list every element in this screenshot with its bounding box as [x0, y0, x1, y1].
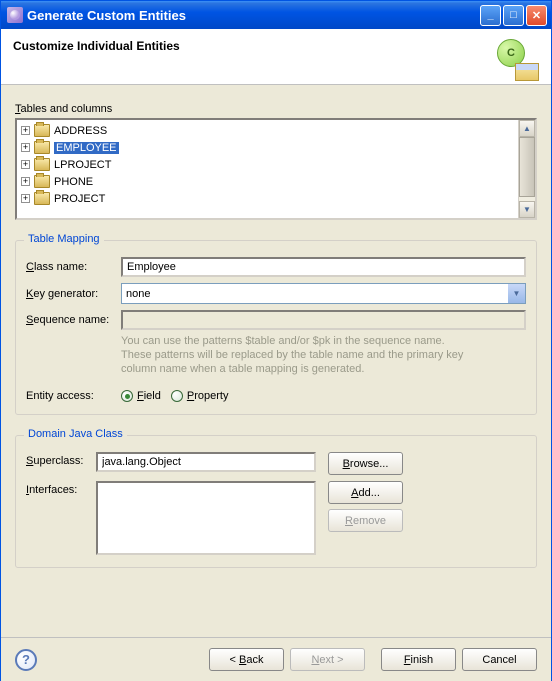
tables-columns-label: Tables and columns	[15, 103, 537, 115]
tree-item-label: PROJECT	[54, 193, 105, 205]
radio-field-label: Field	[137, 390, 161, 402]
expand-icon[interactable]: +	[21, 194, 30, 203]
wizard-header: Customize Individual Entities C	[1, 29, 551, 85]
wizard-footer: ? < Back Next > Finish Cancel	[1, 637, 551, 681]
tree-item-label: EMPLOYEE	[54, 142, 119, 154]
sequence-hint: You can use the patterns $table and/or $…	[121, 334, 526, 376]
tables-tree[interactable]: + ADDRESS + EMPLOYEE + LPROJECT + PHONE + PROJECT…	[15, 118, 537, 220]
tree-item-lproject[interactable]: + LPROJECT	[17, 156, 518, 173]
table-icon	[34, 158, 50, 171]
tree-item-label: PHONE	[54, 176, 93, 188]
titlebar: Generate Custom Entities _ □ ✕	[1, 1, 551, 29]
remove-button: Remove	[328, 509, 403, 532]
entity-access-label: Entity access:	[26, 390, 121, 402]
tree-scrollbar[interactable]: ▲ ▼	[518, 120, 535, 218]
table-icon	[34, 175, 50, 188]
superclass-input[interactable]	[96, 452, 316, 472]
tree-item-label: ADDRESS	[54, 125, 107, 137]
content-area: Tables and columns + ADDRESS + EMPLOYEE + LPR…	[1, 85, 551, 578]
scroll-thumb[interactable]	[519, 137, 535, 197]
minimize-button[interactable]: _	[480, 5, 501, 26]
scroll-up-button[interactable]: ▲	[519, 120, 535, 137]
help-icon[interactable]: ?	[15, 649, 37, 671]
expand-icon[interactable]: +	[21, 160, 30, 169]
interfaces-list[interactable]	[96, 481, 316, 555]
interfaces-label: Interfaces:	[26, 481, 96, 496]
table-icon	[34, 124, 50, 137]
tree-item-project[interactable]: + PROJECT	[17, 190, 518, 207]
back-button[interactable]: < Back	[209, 648, 284, 671]
class-name-input[interactable]	[121, 257, 526, 277]
entity-icon: C	[497, 39, 539, 81]
next-button: Next >	[290, 648, 365, 671]
table-mapping-legend: Table Mapping	[24, 233, 104, 245]
finish-button[interactable]: Finish	[381, 648, 456, 671]
table-mapping-group: Table Mapping Class name: Key generator:…	[15, 240, 537, 415]
tree-item-label: LPROJECT	[54, 159, 111, 171]
sequence-name-label: Sequence name:	[26, 314, 121, 326]
key-generator-label: Key generator:	[26, 288, 121, 300]
class-name-label: Class name:	[26, 261, 121, 273]
tree-item-address[interactable]: + ADDRESS	[17, 122, 518, 139]
page-title: Customize Individual Entities	[13, 39, 180, 53]
scroll-down-button[interactable]: ▼	[519, 201, 535, 218]
radio-field-icon	[121, 390, 133, 402]
superclass-label: Superclass:	[26, 452, 96, 467]
key-generator-select[interactable]: none ▼	[121, 283, 526, 304]
wizard-icon	[7, 7, 23, 23]
radio-property-label: Property	[187, 390, 229, 402]
close-button[interactable]: ✕	[526, 5, 547, 26]
add-button[interactable]: Add...	[328, 481, 403, 504]
maximize-button[interactable]: □	[503, 5, 524, 26]
domain-java-class-group: Domain Java Class Superclass: Browse... …	[15, 435, 537, 568]
window-title: Generate Custom Entities	[27, 8, 478, 23]
tree-item-phone[interactable]: + PHONE	[17, 173, 518, 190]
table-icon	[34, 141, 50, 154]
dropdown-arrow-icon[interactable]: ▼	[508, 284, 525, 303]
sequence-name-input	[121, 310, 526, 330]
tree-item-employee[interactable]: + EMPLOYEE	[17, 139, 518, 156]
cancel-button[interactable]: Cancel	[462, 648, 537, 671]
expand-icon[interactable]: +	[21, 143, 30, 152]
expand-icon[interactable]: +	[21, 177, 30, 186]
expand-icon[interactable]: +	[21, 126, 30, 135]
radio-field[interactable]: Field	[121, 390, 161, 402]
key-generator-value: none	[126, 288, 150, 300]
radio-property[interactable]: Property	[171, 390, 229, 402]
domain-java-class-legend: Domain Java Class	[24, 428, 127, 440]
radio-property-icon	[171, 390, 183, 402]
table-icon	[34, 192, 50, 205]
browse-button[interactable]: Browse...	[328, 452, 403, 475]
